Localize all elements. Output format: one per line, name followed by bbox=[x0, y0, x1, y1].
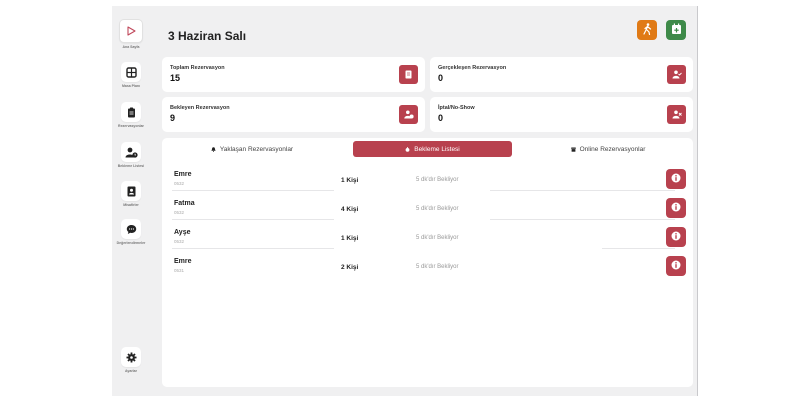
guest-name: Emre bbox=[174, 171, 192, 178]
stat-label: Toplam Rezervasyon bbox=[170, 65, 225, 71]
sidebar-item-waitlist[interactable]: Bekleme Listesi bbox=[114, 142, 148, 168]
guest-name: Fatma bbox=[174, 200, 195, 207]
guest-name: Emre bbox=[174, 258, 192, 265]
guest-phone: 0531 bbox=[174, 268, 185, 273]
guest-name: Ayşe bbox=[174, 229, 191, 236]
sidebar-item-guests[interactable]: Misafirler bbox=[114, 181, 148, 207]
sidebar-item-reviews[interactable]: Değerlendirmeler bbox=[114, 219, 148, 245]
sidebar-item-table-plan[interactable]: Masa Planı bbox=[114, 62, 148, 88]
list-item: Ayşe 0532 1 Kişi 5 dk'dır Bekliyor bbox=[162, 224, 693, 254]
guest-phone: 0532 bbox=[174, 210, 185, 215]
comment-icon bbox=[121, 219, 141, 239]
gear-icon bbox=[121, 347, 141, 367]
stat-label: İptal/No-Show bbox=[438, 105, 475, 111]
stat-value: 0 bbox=[438, 113, 444, 123]
sidebar-item-label: Ayarlar bbox=[125, 369, 137, 373]
grid-icon bbox=[121, 62, 141, 82]
sidebar-item-label: Ana Sayfa bbox=[122, 45, 140, 49]
row-divider bbox=[172, 190, 334, 191]
stat-value: 9 bbox=[170, 113, 176, 123]
wait-time: 5 dk'dır Bekliyor bbox=[416, 264, 459, 270]
stat-card-completed: Gerçekleşen Rezervasyon 0 bbox=[430, 57, 693, 92]
stat-value: 15 bbox=[170, 73, 181, 83]
list-item: Emre 0531 2 Kişi 5 dk'dır Bekliyor bbox=[162, 253, 693, 283]
info-icon bbox=[671, 170, 681, 188]
guest-phone: 0532 bbox=[174, 181, 185, 186]
bell-icon bbox=[211, 146, 216, 152]
clipboard-icon bbox=[121, 102, 141, 122]
tab-waitlist[interactable]: Bekleme Listesi bbox=[353, 141, 512, 157]
row-divider bbox=[602, 248, 675, 249]
stopwatch-icon bbox=[405, 146, 410, 152]
row-divider bbox=[172, 248, 334, 249]
stat-label: Bekleyen Rezervasyon bbox=[170, 105, 230, 111]
header: 3 Haziran Salı bbox=[162, 18, 692, 48]
info-button[interactable] bbox=[666, 256, 686, 276]
waitlist-panel: Yaklaşan Rezervasyonlar Bekleme Listesi … bbox=[162, 138, 693, 387]
tab-online[interactable]: Online Rezervasyonlar bbox=[528, 141, 688, 157]
sidebar-item-label: Masa Planı bbox=[121, 84, 141, 88]
list-item: Fatma 0532 4 Kişi 5 dk'dır Bekliyor bbox=[162, 195, 693, 225]
user-clock-icon bbox=[121, 142, 141, 162]
stat-card-cancelled: İptal/No-Show 0 bbox=[430, 97, 693, 132]
page-title: 3 Haziran Salı bbox=[168, 29, 247, 43]
info-icon bbox=[671, 199, 681, 217]
party-size: 2 Kişi bbox=[341, 264, 359, 271]
stat-card-total: Toplam Rezervasyon 15 bbox=[162, 57, 425, 92]
add-reservation-button[interactable] bbox=[666, 20, 686, 40]
sidebar-item-label: Bekleme Listesi bbox=[117, 164, 145, 168]
party-size: 4 Kişi bbox=[341, 206, 359, 213]
party-size: 1 Kişi bbox=[341, 235, 359, 242]
info-button[interactable] bbox=[666, 198, 686, 218]
row-divider bbox=[490, 190, 675, 191]
wait-time: 5 dk'dır Bekliyor bbox=[416, 206, 459, 212]
row-divider bbox=[490, 219, 675, 220]
wait-time: 5 dk'dır Bekliyor bbox=[416, 235, 459, 241]
calendar-plus-icon bbox=[671, 23, 682, 38]
tab-label: Online Rezervasyonlar bbox=[579, 145, 646, 153]
sidebar-item-label: Rezervasyonlar bbox=[118, 124, 144, 128]
stat-card-pending: Bekleyen Rezervasyon 9 bbox=[162, 97, 425, 132]
party-size: 1 Kişi bbox=[341, 177, 359, 184]
stat-value: 0 bbox=[438, 73, 444, 83]
tab-label: Bekleme Listesi bbox=[414, 145, 460, 153]
sidebar-item-label: Misafirler bbox=[123, 203, 139, 207]
user-clock-icon bbox=[399, 105, 418, 124]
user-check-icon bbox=[667, 65, 686, 84]
row-divider bbox=[172, 219, 334, 220]
wait-time: 5 dk'dır Bekliyor bbox=[416, 177, 459, 183]
walk-in-button[interactable] bbox=[637, 20, 657, 40]
stat-label: Gerçekleşen Rezervasyon bbox=[438, 65, 507, 71]
address-book-icon bbox=[121, 181, 141, 201]
guest-phone: 0532 bbox=[174, 239, 185, 244]
play-icon bbox=[119, 19, 143, 43]
walking-person-icon bbox=[642, 22, 653, 38]
sidebar-item-reservations[interactable]: Rezervasyonlar bbox=[114, 102, 148, 128]
sidebar: Ana Sayfa Masa Planı Rezervasyonlar Bekl… bbox=[112, 14, 150, 384]
sidebar-item-settings[interactable]: Ayarlar bbox=[114, 347, 148, 373]
sidebar-item-home[interactable]: Ana Sayfa bbox=[114, 19, 148, 49]
info-icon bbox=[671, 257, 681, 275]
list-item: Emre 0532 1 Kişi 5 dk'dır Bekliyor bbox=[162, 166, 693, 196]
user-x-icon bbox=[667, 105, 686, 124]
info-button[interactable] bbox=[666, 169, 686, 189]
tab-label: Yaklaşan Rezervasyonlar bbox=[219, 145, 294, 153]
info-button[interactable] bbox=[666, 227, 686, 247]
tab-upcoming[interactable]: Yaklaşan Rezervasyonlar bbox=[172, 141, 332, 157]
book-icon bbox=[399, 65, 418, 84]
store-icon bbox=[570, 147, 576, 152]
info-icon bbox=[671, 228, 681, 246]
sidebar-item-label: Değerlendirmeler bbox=[116, 241, 146, 245]
